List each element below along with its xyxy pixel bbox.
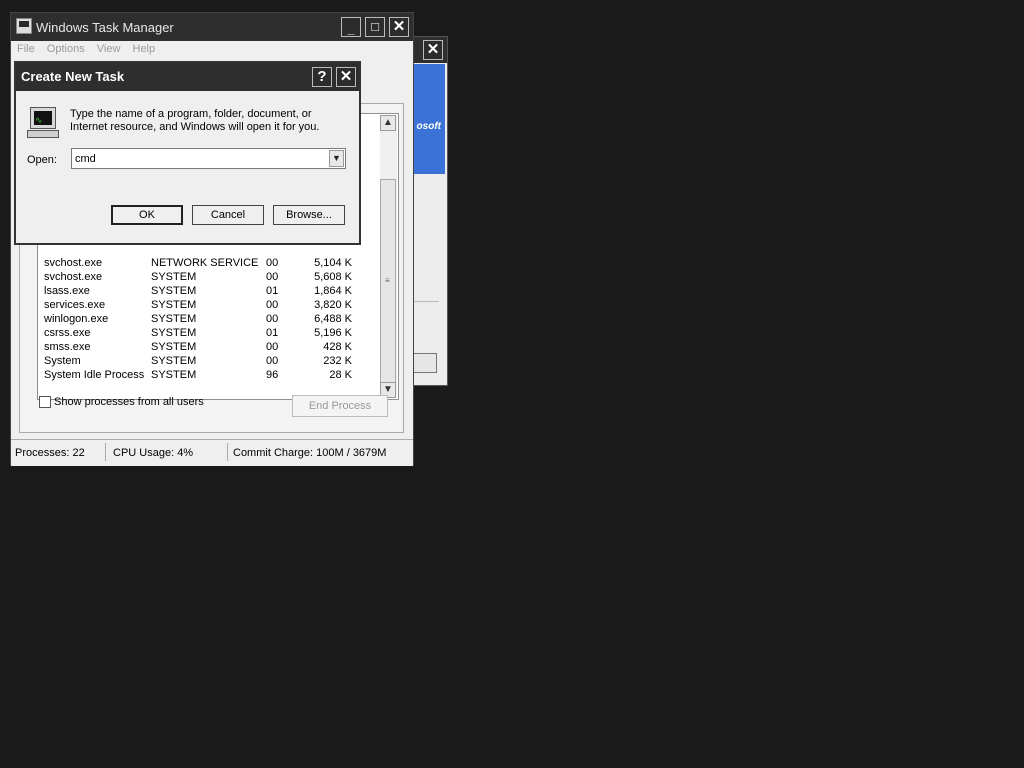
process-mem: 3,820 K	[314, 299, 352, 311]
status-processes: Processes: 22	[15, 447, 85, 459]
computer-base-shape	[27, 130, 59, 138]
separator	[413, 301, 439, 302]
scroll-up-button[interactable]: ▲	[380, 115, 396, 131]
open-label: Open:	[27, 154, 57, 166]
menu-bar: File Options View Help	[17, 43, 164, 55]
vertical-scrollbar[interactable]: ▲ ≡ ▼	[380, 115, 397, 398]
process-cpu: 00	[266, 257, 279, 269]
process-user: NETWORK SERVICE	[151, 257, 259, 269]
process-name: System	[44, 355, 81, 367]
screen-shape: ∿	[34, 111, 52, 125]
process-cpu: 00	[266, 271, 279, 283]
process-name: lsass.exe	[44, 285, 90, 297]
process-user: SYSTEM	[151, 327, 197, 339]
dialog-titlebar[interactable]: Create New Task ? ✕	[16, 63, 359, 91]
open-combobox[interactable]: ▼	[71, 148, 346, 169]
show-all-users-label[interactable]: Show processes from all users	[54, 396, 204, 408]
status-bar: Processes: 22 CPU Usage: 4% Commit Charg…	[11, 439, 413, 466]
cancel-button[interactable]: Cancel	[192, 205, 264, 225]
pulse-icon: ∿	[35, 115, 43, 125]
process-user: SYSTEM	[151, 369, 197, 381]
grip-icon: ≡	[385, 276, 390, 285]
dialog-description: Type the name of a program, folder, docu…	[70, 108, 320, 133]
process-cpu: 96	[266, 369, 279, 381]
background-window-button[interactable]	[413, 353, 437, 373]
process-cpu: 00	[266, 299, 279, 311]
process-cpu: 00	[266, 341, 279, 353]
monitor-shape: ∿	[30, 107, 56, 129]
process-name: winlogon.exe	[44, 313, 109, 325]
menu-view[interactable]: View	[97, 43, 121, 55]
ok-button[interactable]: OK	[111, 205, 183, 225]
menu-help[interactable]: Help	[133, 43, 156, 55]
process-user: SYSTEM	[151, 313, 197, 325]
close-button[interactable]: ✕	[389, 17, 409, 37]
window-title: Windows Task Manager	[36, 20, 174, 35]
show-all-users-checkbox[interactable]	[39, 396, 51, 408]
process-user: SYSTEM	[151, 341, 197, 353]
process-user: SYSTEM	[151, 285, 197, 297]
process-cpu: 00	[266, 313, 279, 325]
process-mem: 428 K	[323, 341, 352, 353]
process-cpu: 00	[266, 355, 279, 367]
minimize-button[interactable]: _	[341, 17, 361, 37]
process-user: SYSTEM	[151, 355, 197, 367]
browse-button[interactable]: Browse...	[273, 205, 345, 225]
end-process-button[interactable]: End Process	[292, 395, 388, 417]
status-divider	[227, 443, 228, 461]
process-name: services.exe	[44, 299, 106, 311]
menu-file[interactable]: File	[17, 43, 35, 55]
task-manager-app-icon	[16, 18, 32, 34]
open-input[interactable]	[75, 151, 325, 166]
process-name: smss.exe	[44, 341, 91, 353]
dialog-title: Create New Task	[21, 69, 125, 84]
process-name: csrss.exe	[44, 327, 91, 339]
process-name: svchost.exe	[44, 257, 103, 269]
process-cpu: 01	[266, 285, 279, 297]
banner-logo-text: osoft	[416, 121, 441, 132]
status-divider	[105, 443, 106, 461]
background-window-close-button[interactable]: ✕	[423, 40, 443, 60]
process-mem: 1,864 K	[314, 285, 352, 297]
process-user: SYSTEM	[151, 271, 197, 283]
process-mem: 232 K	[323, 355, 352, 367]
process-mem: 5,196 K	[314, 327, 352, 339]
background-window-banner: osoft	[413, 64, 445, 174]
computer-icon: ∿	[27, 107, 59, 139]
task-manager-titlebar[interactable]: Windows Task Manager _ □ ✕	[11, 13, 413, 41]
status-cpu-usage: CPU Usage: 4%	[113, 447, 194, 459]
process-mem: 6,488 K	[314, 313, 352, 325]
dialog-close-button[interactable]: ✕	[336, 67, 356, 87]
process-user: SYSTEM	[151, 299, 197, 311]
chevron-down-icon[interactable]: ▼	[329, 150, 344, 167]
process-cpu: 01	[266, 327, 279, 339]
scroll-thumb[interactable]: ≡	[380, 179, 396, 383]
process-mem: 28 K	[329, 369, 352, 381]
create-new-task-dialog: Create New Task ? ✕ ∿ Type the name of a…	[14, 61, 361, 245]
process-mem: 5,608 K	[314, 271, 352, 283]
process-name: System Idle Process	[44, 369, 145, 381]
menu-options[interactable]: Options	[47, 43, 85, 55]
process-name: svchost.exe	[44, 271, 103, 283]
status-commit-charge: Commit Charge: 100M / 3679M	[233, 447, 387, 459]
maximize-button[interactable]: □	[365, 17, 385, 37]
help-button[interactable]: ?	[312, 67, 332, 87]
process-mem: 5,104 K	[314, 257, 352, 269]
